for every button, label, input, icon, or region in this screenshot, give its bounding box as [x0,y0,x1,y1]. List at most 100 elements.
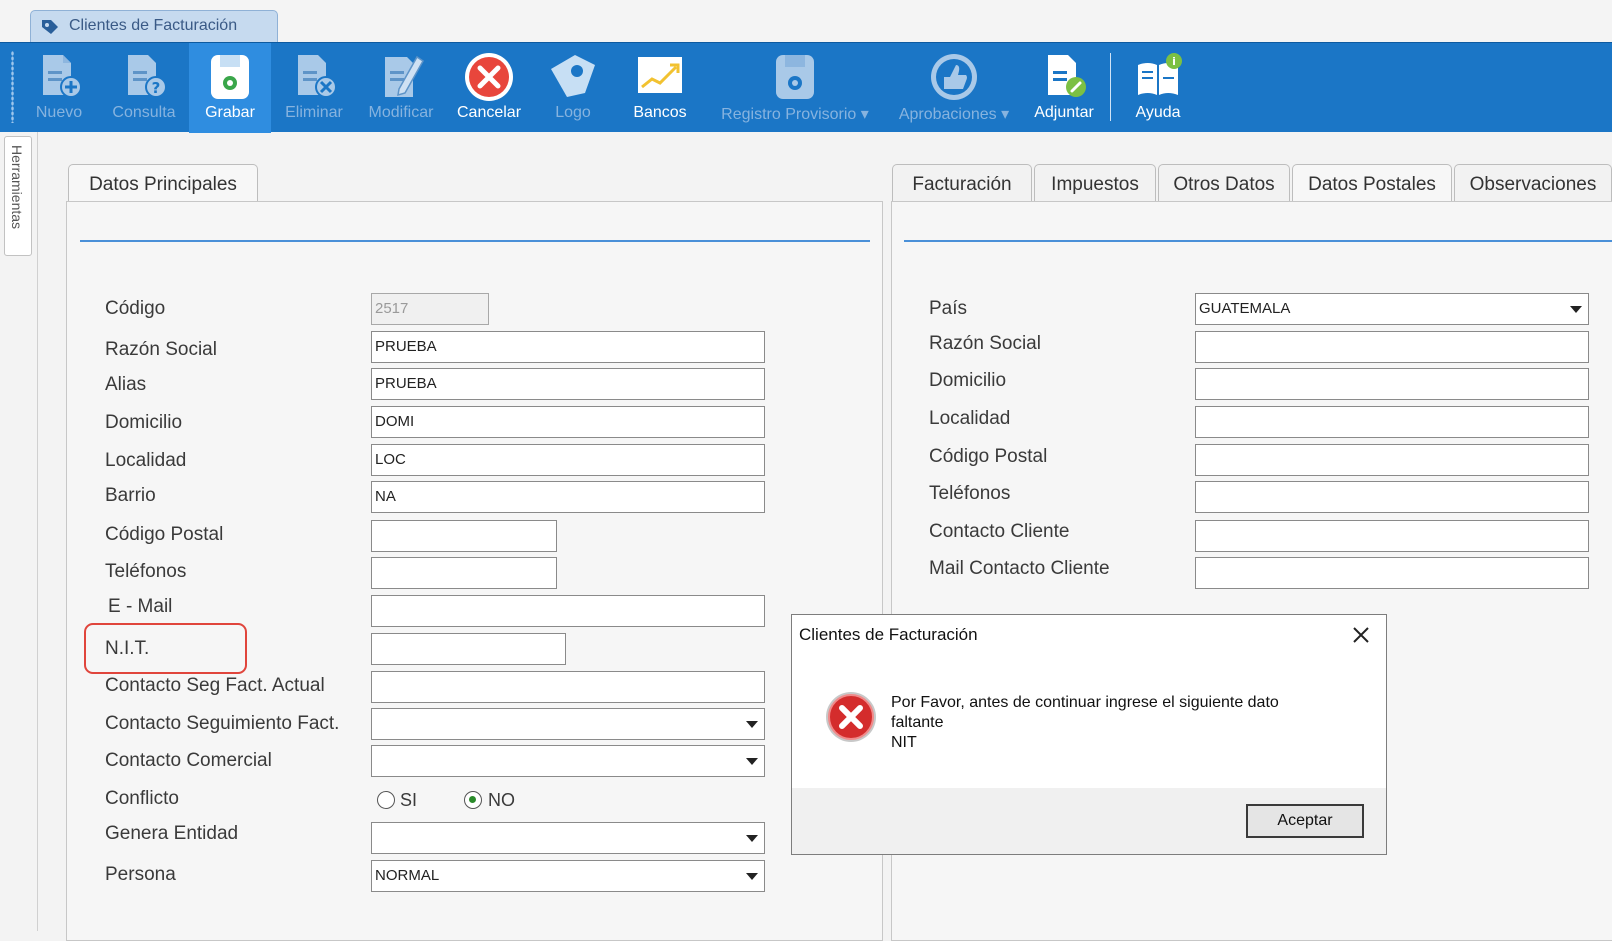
aprobaciones-button[interactable]: Aprobaciones ▾ [892,43,1016,133]
localidad-field[interactable]: LOC [371,444,765,476]
bank-chart-icon [638,57,682,93]
cancel-circle-icon [465,53,513,101]
tab-impuestos[interactable]: Impuestos [1034,164,1156,202]
eliminar-button[interactable]: Eliminar [278,43,350,133]
herramientas-side-tab[interactable]: Herramientas [4,136,32,256]
cancelar-button[interactable]: Cancelar [448,43,530,133]
adjuntar-label: Adjuntar [1034,104,1094,121]
new-document-icon [43,55,82,98]
side-divider [37,132,38,931]
alias-label: Alias [105,374,147,395]
dialog-message-line2: faltante [891,714,944,731]
bancos-button[interactable]: Bancos [620,43,700,133]
svg-text:i: i [1172,55,1176,68]
dialog-message-line3: NIT [891,734,917,751]
razon-social-label: Razón Social [105,339,217,360]
delete-document-icon [298,55,337,98]
help-book-icon: i [1138,53,1182,95]
postal-domicilio-label: Domicilio [929,370,1007,391]
tab-observaciones[interactable]: Observaciones [1454,164,1612,202]
tab-observaciones-label: Observaciones [1469,174,1597,195]
postal-codigo-postal-field[interactable] [1195,444,1589,476]
conflicto-label: Conflicto [105,788,179,809]
adjuntar-button[interactable]: Adjuntar [1024,43,1104,133]
razon-social-field[interactable]: PRUEBA [371,331,765,363]
telefonos-field[interactable] [371,557,557,589]
mail-contacto-field[interactable] [1195,557,1589,589]
grabar-button[interactable]: Grabar [189,43,271,133]
tab-datos-principales[interactable]: Datos Principales [68,164,258,202]
barrio-field[interactable]: NA [371,481,765,513]
tab-datos-principales-label: Datos Principales [89,174,237,195]
contacto-seguimiento-label: Contacto Seguimiento Fact. [105,713,340,734]
save-disk-icon [211,55,249,99]
approval-thumb-icon [931,54,977,100]
postal-telefonos-field[interactable] [1195,481,1589,513]
postal-telefonos-label: Teléfonos [929,483,1011,504]
aceptar-button[interactable]: Aceptar [1246,804,1364,838]
logo-label: Logo [555,104,591,121]
contacto-seguimiento-select[interactable] [371,708,765,740]
error-icon [826,692,876,742]
aprobaciones-label: Aprobaciones ▾ [898,106,1010,123]
nuevo-button[interactable]: Nuevo [26,43,92,133]
chevron-down-icon [746,835,758,842]
email-field[interactable] [371,595,765,627]
conflicto-no-radio[interactable] [464,791,482,809]
panel-separator [80,240,870,242]
ayuda-label: Ayuda [1135,104,1181,121]
postal-domicilio-field[interactable] [1195,368,1589,400]
contacto-seg-actual-label: Contacto Seg Fact. Actual [105,675,325,696]
alias-field[interactable]: PRUEBA [371,368,765,400]
contacto-comercial-label: Contacto Comercial [105,750,272,771]
window-tab[interactable]: Clientes de Facturación [30,10,278,42]
pais-select[interactable]: GUATEMALA [1195,293,1589,325]
email-label: E - Mail [108,596,173,617]
genera-entidad-select[interactable] [371,822,765,854]
contacto-seg-actual-field[interactable] [371,671,765,703]
registro-provisorio-button[interactable]: Registro Provisorio ▾ [710,43,880,133]
tab-otros-datos[interactable]: Otros Datos [1158,164,1290,202]
codigo-postal-field[interactable] [371,520,557,552]
modificar-button[interactable]: Modificar [360,43,442,133]
edit-document-icon [385,55,424,97]
postal-razon-social-label: Razón Social [929,333,1041,354]
query-document-icon: ? [128,55,167,98]
persona-label: Persona [105,864,176,885]
tab-facturacion[interactable]: Facturación [892,164,1032,202]
contacto-cliente-field[interactable] [1195,520,1589,552]
toolbar: Nuevo ? Consulta Grabar Eliminar Modific… [0,42,1612,133]
contacto-comercial-select[interactable] [371,745,765,777]
consulta-button[interactable]: ? Consulta [104,43,184,133]
codigo-postal-label: Código Postal [105,524,224,545]
postal-razon-social-field[interactable] [1195,331,1589,363]
close-icon[interactable] [1348,622,1374,648]
conflicto-no-label: NO [488,790,515,810]
codigo-label: Código [105,298,166,319]
conflicto-si-label: SI [400,790,418,810]
error-dialog: Clientes de Facturación Por Favor, antes… [791,614,1387,855]
logo-tag-icon [551,55,595,97]
dialog-message-line1: Por Favor, antes de continuar ingrese el… [891,694,1279,711]
toolbar-grip[interactable] [11,51,14,123]
tab-datos-postales-label: Datos Postales [1308,174,1436,195]
dialog-title: Clientes de Facturación [799,625,978,644]
domicilio-label: Domicilio [105,412,183,433]
modificar-label: Modificar [368,104,434,121]
persona-value: NORMAL [375,867,440,884]
tab-facturacion-label: Facturación [912,174,1012,195]
registro-provisorio-label: Registro Provisorio ▾ [721,106,869,123]
tab-datos-postales[interactable]: Datos Postales [1292,164,1452,202]
domicilio-field[interactable]: DOMI [371,406,765,438]
nit-field[interactable] [371,633,566,665]
svg-text:?: ? [152,79,161,97]
postal-localidad-field[interactable] [1195,406,1589,438]
ayuda-button[interactable]: i Ayuda [1118,43,1198,133]
chevron-down-icon [746,873,758,880]
bancos-label: Bancos [633,104,687,121]
cancelar-label: Cancelar [456,104,522,121]
persona-select[interactable]: NORMAL [371,860,765,892]
tab-impuestos-label: Impuestos [1051,174,1139,195]
logo-button[interactable]: Logo [540,43,606,133]
conflicto-si-radio[interactable] [377,791,395,809]
